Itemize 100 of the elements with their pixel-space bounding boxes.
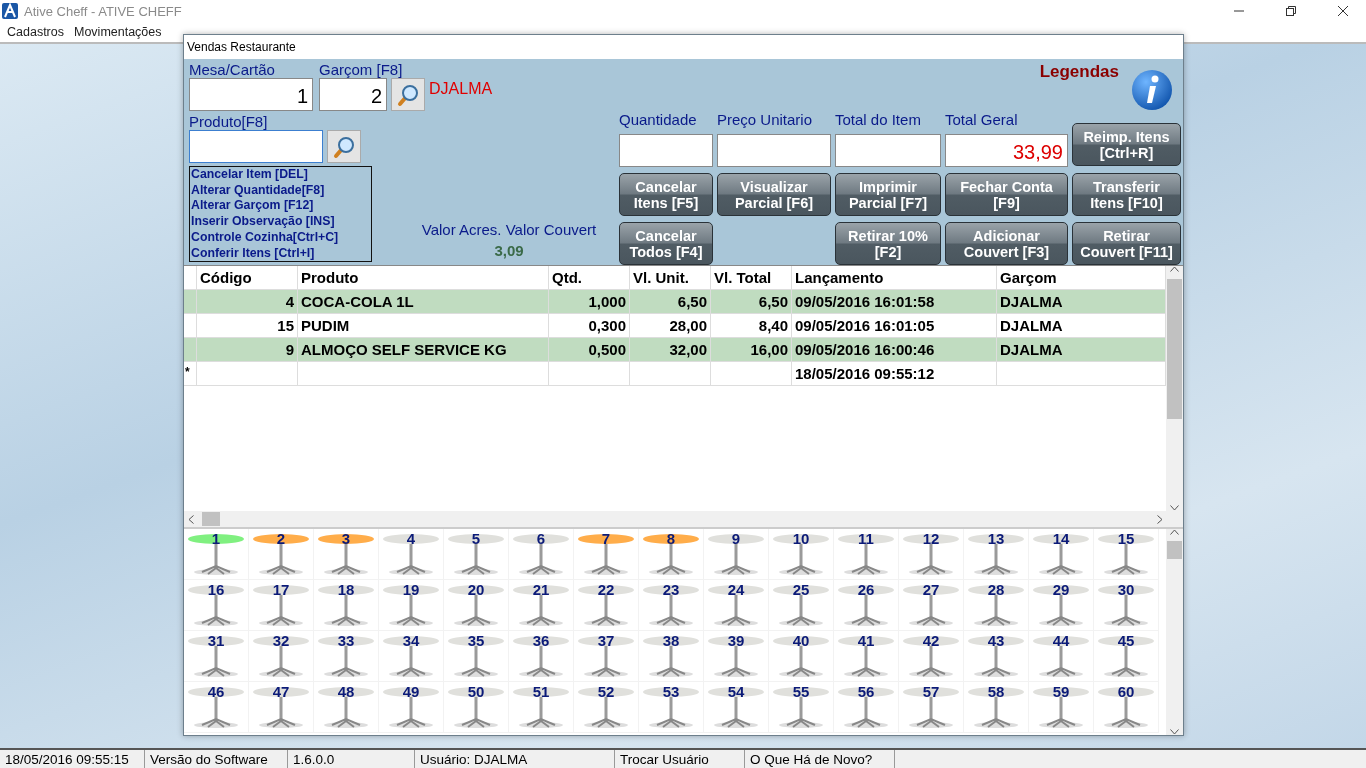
restaurant-table-tile[interactable]: 37 bbox=[574, 631, 639, 682]
restaurant-table-tile[interactable]: 1 bbox=[184, 529, 249, 580]
restaurant-table-tile[interactable]: 16 bbox=[184, 580, 249, 631]
scroll-thumb[interactable] bbox=[1167, 278, 1182, 419]
restaurant-table-tile[interactable]: 51 bbox=[509, 682, 574, 733]
restaurant-table-tile[interactable]: 18 bbox=[314, 580, 379, 631]
restaurant-table-tile[interactable]: 23 bbox=[639, 580, 704, 631]
restaurant-table-tile[interactable]: 59 bbox=[1029, 682, 1094, 733]
table-number-field[interactable]: 1 bbox=[189, 78, 313, 111]
restaurant-table-tile[interactable]: 41 bbox=[834, 631, 899, 682]
restaurant-table-tile[interactable]: 4 bbox=[379, 529, 444, 580]
action-button[interactable]: Imprimir Parcial [F7] bbox=[835, 173, 941, 216]
restaurant-table-tile[interactable]: 14 bbox=[1029, 529, 1094, 580]
restaurant-table-tile[interactable]: 49 bbox=[379, 682, 444, 733]
amount-field[interactable] bbox=[619, 134, 713, 167]
restaurant-table-tile[interactable]: 24 bbox=[704, 580, 769, 631]
action-button[interactable]: Cancelar Todos [F4] bbox=[619, 222, 713, 265]
restaurant-table-tile[interactable]: 56 bbox=[834, 682, 899, 733]
restaurant-table-tile[interactable]: 50 bbox=[444, 682, 509, 733]
vertical-scrollbar[interactable] bbox=[1166, 266, 1183, 511]
scroll-down-icon bbox=[1170, 729, 1179, 735]
field-label: Garçom [F8] bbox=[319, 61, 404, 78]
shortcut-text: Controle Cozinha[Ctrl+C] bbox=[191, 229, 340, 246]
action-button[interactable]: Cancelar Itens [F5] bbox=[619, 173, 713, 216]
restaurant-table-tile[interactable]: 19 bbox=[379, 580, 444, 631]
restaurant-table-tile[interactable]: 3 bbox=[314, 529, 379, 580]
scroll-thumb[interactable] bbox=[202, 512, 220, 526]
vertical-scrollbar[interactable] bbox=[1166, 529, 1183, 735]
menu-item[interactable]: Cadastros bbox=[2, 25, 69, 39]
restaurant-table-tile[interactable]: 47 bbox=[249, 682, 314, 733]
restaurant-table-tile[interactable]: 33 bbox=[314, 631, 379, 682]
restaurant-table-tile[interactable]: 48 bbox=[314, 682, 379, 733]
field-label: Preço Unitario bbox=[717, 111, 814, 128]
waiter-field[interactable]: 2 bbox=[319, 78, 387, 111]
restaurant-table-tile[interactable]: 46 bbox=[184, 682, 249, 733]
action-button[interactable]: Retirar 10% [F2] bbox=[835, 222, 941, 265]
status-field[interactable]: Trocar Usuário bbox=[615, 750, 745, 768]
restaurant-table-tile[interactable]: 30 bbox=[1094, 580, 1159, 631]
action-button[interactable]: Adicionar Couvert [F3] bbox=[945, 222, 1068, 265]
restaurant-table-tile[interactable]: 25 bbox=[769, 580, 834, 631]
action-button[interactable]: Fechar Conta [F9] bbox=[945, 173, 1068, 216]
restaurant-table-tile[interactable]: 22 bbox=[574, 580, 639, 631]
info-icon[interactable] bbox=[1131, 69, 1173, 111]
restaurant-table-tile[interactable]: 54 bbox=[704, 682, 769, 733]
restaurant-table-tile[interactable]: 53 bbox=[639, 682, 704, 733]
restaurant-table-tile[interactable]: 43 bbox=[964, 631, 1029, 682]
restaurant-table-tile[interactable]: 28 bbox=[964, 580, 1029, 631]
restaurant-table-tile[interactable]: 57 bbox=[899, 682, 964, 733]
restaurant-table-tile[interactable]: 13 bbox=[964, 529, 1029, 580]
restaurant-table-tile[interactable]: 26 bbox=[834, 580, 899, 631]
shortcut-text: Alterar Quantidade[F8] bbox=[191, 182, 326, 199]
scroll-right-icon bbox=[1157, 514, 1163, 524]
restaurant-table-tile[interactable]: 31 bbox=[184, 631, 249, 682]
restaurant-table-tile[interactable]: 55 bbox=[769, 682, 834, 733]
menu-item[interactable]: Movimentações bbox=[69, 25, 167, 39]
horizontal-scrollbar[interactable] bbox=[184, 511, 1183, 527]
restaurant-table-tile[interactable]: 8 bbox=[639, 529, 704, 580]
restaurant-table-tile[interactable]: 10 bbox=[769, 529, 834, 580]
scroll-up-icon bbox=[1170, 266, 1179, 272]
restaurant-table-tile[interactable]: 60 bbox=[1094, 682, 1159, 733]
action-button[interactable]: Retirar Couvert [F11] bbox=[1072, 222, 1181, 265]
reprint-button[interactable]: Reimp. Itens [Ctrl+R] bbox=[1072, 123, 1181, 166]
restaurant-table-tile[interactable]: 39 bbox=[704, 631, 769, 682]
restaurant-table-tile[interactable]: 44 bbox=[1029, 631, 1094, 682]
amount-field[interactable] bbox=[717, 134, 831, 167]
restaurant-table-tile[interactable]: 6 bbox=[509, 529, 574, 580]
restaurant-table-tile[interactable]: 36 bbox=[509, 631, 574, 682]
restaurant-table-tile[interactable]: 9 bbox=[704, 529, 769, 580]
action-button[interactable]: Transferir Itens [F10] bbox=[1072, 173, 1181, 216]
restaurant-table-tile[interactable]: 34 bbox=[379, 631, 444, 682]
restaurant-table-tile[interactable]: 7 bbox=[574, 529, 639, 580]
action-button[interactable]: Visualizar Parcial [F6] bbox=[717, 173, 831, 216]
restaurant-table-tile[interactable]: 38 bbox=[639, 631, 704, 682]
restaurant-table-tile[interactable]: 11 bbox=[834, 529, 899, 580]
restaurant-table-tile[interactable]: 35 bbox=[444, 631, 509, 682]
scroll-thumb[interactable] bbox=[1167, 541, 1182, 559]
table-cell: 18/05/2016 09:55:12 bbox=[792, 362, 997, 386]
search-button[interactable] bbox=[391, 78, 425, 111]
search-button[interactable] bbox=[327, 130, 361, 163]
restaurant-table-tile[interactable]: 17 bbox=[249, 580, 314, 631]
status-field[interactable]: O Que Há de Novo? bbox=[745, 750, 895, 768]
restaurant-table-tile[interactable]: 58 bbox=[964, 682, 1029, 733]
total-field[interactable]: 33,99 bbox=[945, 134, 1068, 167]
restaurant-table-tile[interactable]: 20 bbox=[444, 580, 509, 631]
shortcut-text: Cancelar Item [DEL] bbox=[191, 167, 309, 183]
shortcut-text: Inserir Observação [INS] bbox=[191, 214, 336, 230]
restaurant-table-tile[interactable]: 29 bbox=[1029, 580, 1094, 631]
restaurant-table-tile[interactable]: 40 bbox=[769, 631, 834, 682]
restaurant-table-tile[interactable]: 27 bbox=[899, 580, 964, 631]
restaurant-table-tile[interactable]: 32 bbox=[249, 631, 314, 682]
restaurant-table-tile[interactable]: 52 bbox=[574, 682, 639, 733]
restaurant-table-tile[interactable]: 12 bbox=[899, 529, 964, 580]
restaurant-table-tile[interactable]: 2 bbox=[249, 529, 314, 580]
restaurant-table-tile[interactable]: 45 bbox=[1094, 631, 1159, 682]
restaurant-table-tile[interactable]: 42 bbox=[899, 631, 964, 682]
product-field[interactable] bbox=[189, 130, 323, 163]
restaurant-table-tile[interactable]: 15 bbox=[1094, 529, 1159, 580]
amount-field[interactable] bbox=[835, 134, 941, 167]
restaurant-table-tile[interactable]: 21 bbox=[509, 580, 574, 631]
restaurant-table-tile[interactable]: 5 bbox=[444, 529, 509, 580]
